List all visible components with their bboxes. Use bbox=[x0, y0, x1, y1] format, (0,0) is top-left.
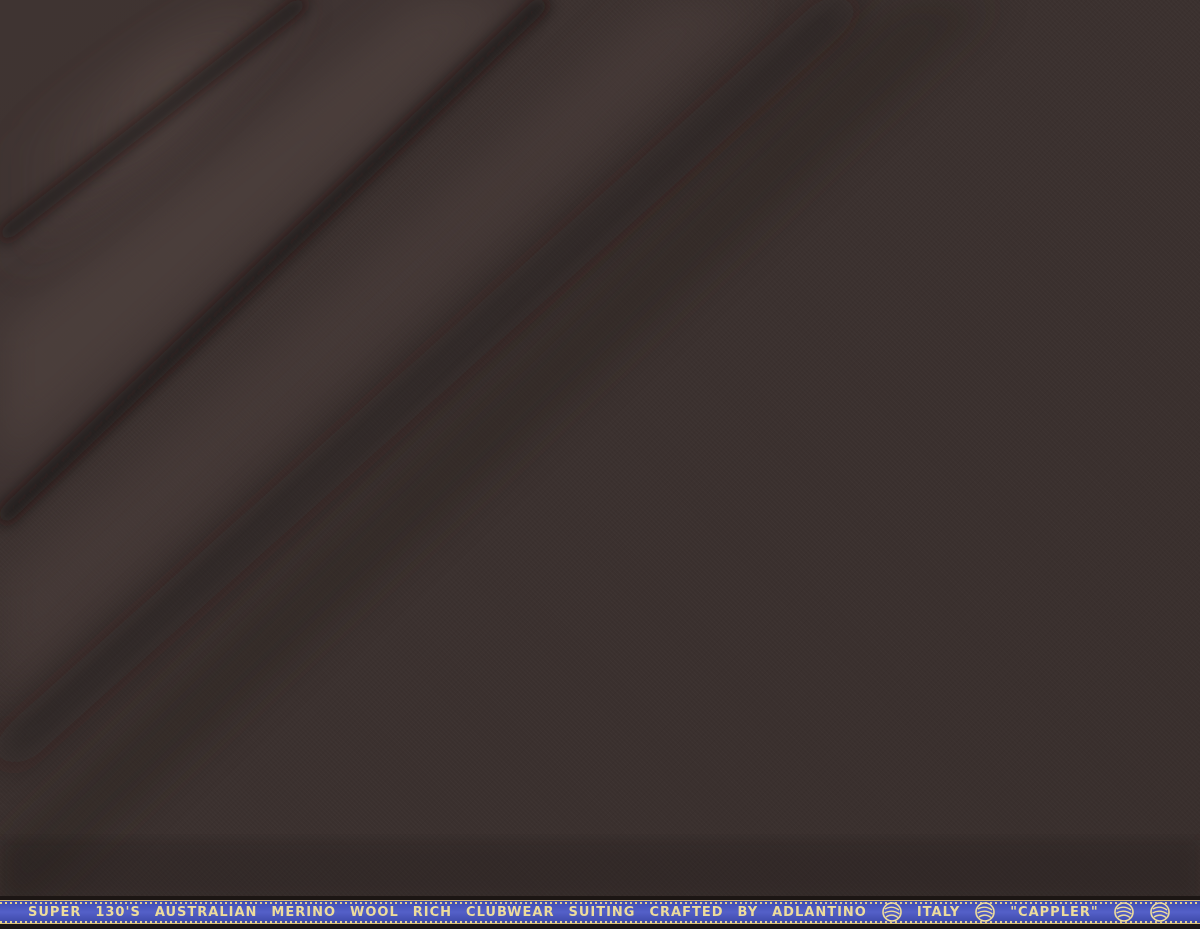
selvedge-word: CLUBWEAR bbox=[466, 904, 555, 920]
yarn-ball-icon bbox=[974, 901, 996, 923]
yarn-ball-icon bbox=[881, 901, 903, 923]
selvedge-word: AUSTRALIAN bbox=[154, 904, 258, 920]
selvedge-stitch-bottom bbox=[0, 921, 1200, 923]
selvedge-word: BY bbox=[737, 904, 759, 920]
selvedge-text: SUPER 130'S AUSTRALIAN MERINO WOOL RICH … bbox=[0, 901, 1200, 923]
selvedge-word: ADLANTINO bbox=[772, 904, 867, 920]
selvedge-word: MERINO bbox=[271, 904, 337, 920]
selvedge-word: SUPER bbox=[28, 904, 82, 920]
selvedge-country: ITALY bbox=[916, 904, 961, 920]
fabric-folds bbox=[0, 0, 1200, 929]
selvedge-band: SUPER 130'S AUSTRALIAN MERINO WOOL RICH … bbox=[0, 900, 1200, 924]
yarn-ball-icon bbox=[1149, 901, 1171, 923]
selvedge-word: RICH bbox=[412, 904, 453, 920]
fabric-photo: SUPER 130'S AUSTRALIAN MERINO WOOL RICH … bbox=[0, 0, 1200, 929]
fabric-selvedge: SUPER 130'S AUSTRALIAN MERINO WOOL RICH … bbox=[0, 896, 1200, 929]
selvedge-word: 130'S bbox=[95, 904, 141, 920]
yarn-ball-icon bbox=[1113, 901, 1135, 923]
selvedge-word: SUITING bbox=[568, 904, 636, 920]
selvedge-word: WOOL bbox=[350, 904, 399, 920]
selvedge-word: CRAFTED bbox=[649, 904, 724, 920]
selvedge-name: "CAPPLER" bbox=[1010, 904, 1099, 920]
